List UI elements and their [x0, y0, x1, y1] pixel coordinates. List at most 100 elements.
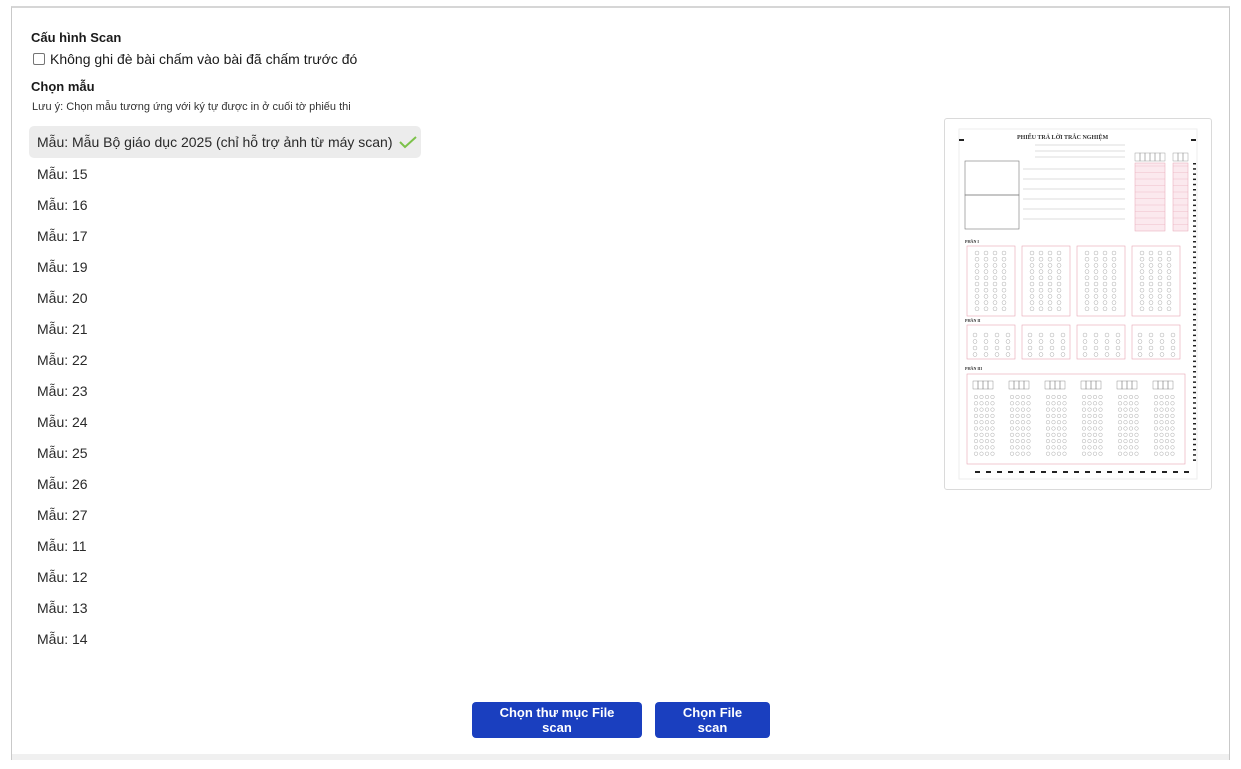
sheet-marker	[1173, 471, 1178, 473]
sheet-marker	[1074, 471, 1079, 473]
scan-config-title: Cấu hình Scan	[31, 30, 122, 45]
sheet-marker	[1193, 381, 1196, 383]
choose-file-button[interactable]: Chọn File scan	[655, 702, 770, 738]
sheet-marker	[1107, 471, 1112, 473]
sheet-marker	[1193, 261, 1196, 264]
sheet-marker	[1193, 168, 1196, 170]
template-item[interactable]: Mẫu: 22	[29, 344, 421, 375]
sheet-marker	[1193, 428, 1196, 430]
sheet-block	[1021, 245, 1071, 317]
template-item-label: Mẫu: 15	[37, 165, 88, 182]
sheet-marker	[1193, 360, 1196, 363]
template-item-label: Mẫu: 23	[37, 382, 88, 399]
template-item[interactable]: Mẫu: 13	[29, 592, 421, 623]
sheet-part-label: PHẦN II	[965, 318, 981, 323]
template-item[interactable]: Mẫu: 23	[29, 375, 421, 406]
sheet-marker	[1193, 345, 1196, 347]
template-item[interactable]: Mẫu: Mẫu Bộ giáo dục 2025 (chỉ hỗ trợ ản…	[29, 126, 421, 158]
sheet-marker	[1096, 471, 1101, 473]
sheet-marker	[1193, 287, 1196, 290]
sheet-block	[966, 373, 1186, 465]
sheet-marker	[1193, 365, 1196, 368]
overwrite-label: Không ghi đè bài chấm vào bài đã chấm tr…	[50, 51, 358, 67]
sheet-marker	[1193, 443, 1196, 446]
template-list: Mẫu: Mẫu Bộ giáo dục 2025 (chỉ hỗ trợ ản…	[29, 126, 421, 654]
template-item-label: Mẫu: 19	[37, 258, 88, 275]
overwrite-checkbox[interactable]	[33, 53, 45, 65]
template-item[interactable]: Mẫu: 20	[29, 282, 421, 313]
sheet-marker	[1193, 163, 1196, 165]
template-item[interactable]: Mẫu: 26	[29, 468, 421, 499]
sheet-marker	[1193, 329, 1196, 331]
check-icon	[398, 135, 418, 149]
action-bar: Chọn thư mục File scan Chọn File scan	[472, 702, 770, 738]
template-item-label: Mẫu: 21	[37, 320, 88, 337]
template-item[interactable]: Mẫu: 16	[29, 189, 421, 220]
sheet-marker	[1191, 139, 1196, 141]
sheet-marker	[997, 471, 1002, 473]
sheet-marker	[1193, 407, 1196, 409]
sheet-marker	[1193, 438, 1196, 441]
sheet-id-grid	[1134, 162, 1166, 232]
overwrite-option[interactable]: Không ghi đè bài chấm vào bài đã chấm tr…	[33, 51, 357, 67]
sheet-marker	[1193, 423, 1196, 425]
sheet-marker	[1085, 471, 1090, 473]
sheet-marker	[1193, 215, 1196, 217]
sheet-marker	[1193, 371, 1196, 373]
template-item-label: Mẫu: 25	[37, 444, 88, 461]
sheet-marker	[1193, 178, 1196, 181]
sheet-marker	[1193, 376, 1196, 378]
answer-sheet-preview: PHIẾU TRẢ LỜI TRẮC NGHIỆM PHẦN I PHẦN II PH…	[944, 118, 1212, 490]
sheet-marker	[1193, 355, 1196, 357]
sheet-marker	[1193, 339, 1196, 342]
sheet-block	[1131, 245, 1181, 317]
sheet-block	[1131, 324, 1181, 360]
sheet-marker	[1162, 471, 1167, 473]
panel-footer-strip	[12, 754, 1229, 760]
template-item[interactable]: Mẫu: 17	[29, 220, 421, 251]
template-item-label: Mẫu: 27	[37, 506, 88, 523]
sheet-marker	[1193, 454, 1196, 456]
sheet-marker	[1193, 303, 1196, 305]
sheet-marker	[986, 471, 991, 473]
template-item-label: Mẫu: 26	[37, 475, 88, 492]
sheet-block	[966, 245, 1016, 317]
sheet-marker	[1193, 293, 1196, 295]
template-item[interactable]: Mẫu: 27	[29, 499, 421, 530]
sheet-marker	[1193, 397, 1196, 399]
choose-folder-button[interactable]: Chọn thư mục File scan	[472, 702, 642, 738]
sheet-marker	[1193, 402, 1196, 404]
template-item[interactable]: Mẫu: 12	[29, 561, 421, 592]
sheet-marker	[1193, 189, 1196, 191]
template-item[interactable]: Mẫu: 15	[29, 158, 421, 189]
sheet-marker	[1193, 298, 1196, 300]
template-item[interactable]: Mẫu: 25	[29, 437, 421, 468]
template-item-label: Mẫu: 20	[37, 289, 88, 306]
template-note: Lưu ý: Chọn mẫu tương ứng với ký tự được…	[32, 101, 351, 113]
template-item-label: Mẫu: 24	[37, 413, 88, 430]
sheet-marker	[975, 471, 980, 473]
sheet-marker	[1193, 282, 1196, 285]
template-item[interactable]: Mẫu: 21	[29, 313, 421, 344]
template-item[interactable]: Mẫu: 24	[29, 406, 421, 437]
template-item[interactable]: Mẫu: 11	[29, 530, 421, 561]
sheet-marker	[1193, 241, 1196, 243]
sheet-block	[966, 324, 1016, 360]
sheet-marker	[1193, 319, 1196, 321]
sheet-marker	[1193, 433, 1196, 435]
template-item-label: Mẫu: 22	[37, 351, 88, 368]
sheet-marker	[1193, 272, 1196, 274]
sheet-block	[1021, 324, 1071, 360]
sheet-marker	[1193, 334, 1196, 337]
sheet-marker	[1193, 386, 1196, 389]
template-item[interactable]: Mẫu: 19	[29, 251, 421, 282]
sheet-marker	[1193, 308, 1196, 311]
sheet-marker	[1193, 225, 1196, 227]
template-item[interactable]: Mẫu: 14	[29, 623, 421, 654]
sheet-id-grid	[1172, 162, 1189, 232]
sheet-marker	[1184, 471, 1189, 473]
sheet-block	[1076, 324, 1126, 360]
sheet-marker	[1193, 391, 1196, 394]
sheet-part-label: PHẦN III	[965, 366, 982, 371]
sheet-block	[1076, 245, 1126, 317]
